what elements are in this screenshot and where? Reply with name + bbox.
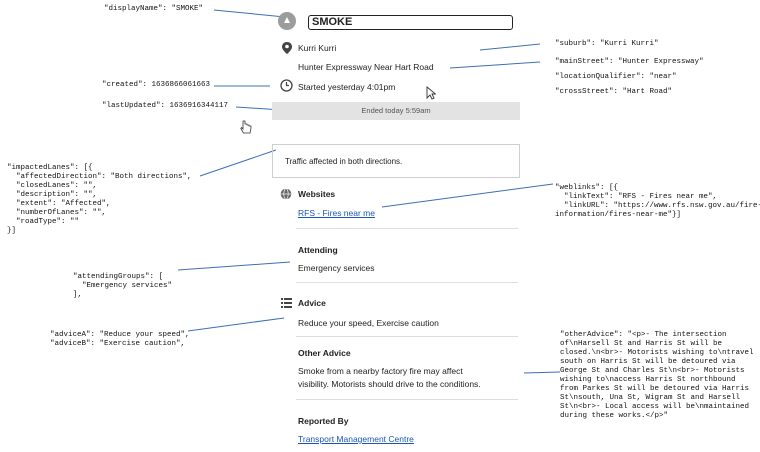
separator — [296, 399, 518, 400]
hand-pointer-icon — [240, 120, 252, 134]
list-icon — [281, 298, 292, 308]
annotation-mainstreet: "mainStreet": "Hunter Expressway" — [555, 58, 704, 66]
annotation-displayname: "displayName": "SMOKE" — [104, 5, 204, 13]
annotation-impactedlanes: "impactedLanes": [{ "affectedDirection":… — [7, 164, 192, 235]
separator — [296, 282, 518, 283]
annotation-lastupdated: "lastUpdated": 1636916344117 — [102, 102, 229, 110]
websites-header: Websites — [298, 189, 336, 199]
separator — [296, 336, 518, 337]
annotation-attendinggroups: "attendingGroups": [ "Emergency services… — [73, 273, 173, 299]
annotation-weblinks: "weblinks": [{ "linkText": "RFS - Fires … — [555, 184, 760, 219]
other-advice-header: Other Advice — [298, 348, 351, 358]
reported-by-header: Reported By — [298, 416, 349, 426]
incident-panel: SMOKE Kurri Kurri Hunter Expressway Near… — [268, 0, 524, 452]
location-pin-icon — [282, 42, 292, 54]
annotation-suburb: "suburb": "Kurri Kurri" — [555, 40, 659, 48]
street-text: Hunter Expressway Near Hart Road — [298, 62, 434, 72]
annotation-crossstreet: "crossStreet": "Hart Road" — [555, 88, 673, 96]
other-advice-line2: visibility. Motorists should drive to th… — [298, 379, 481, 389]
suburb-text: Kurri Kurri — [298, 43, 337, 53]
advice-value: Reduce your speed, Exercise caution — [298, 318, 439, 328]
advice-header: Advice — [298, 298, 326, 308]
connector-impactedlanes — [199, 149, 277, 177]
traffic-text: Traffic affected in both directions. — [285, 157, 403, 166]
incident-title: SMOKE — [308, 15, 513, 30]
traffic-box: Traffic affected in both directions. — [272, 144, 520, 178]
ended-bar: Ended today 5:59am — [272, 102, 520, 120]
attending-header: Attending — [298, 245, 338, 255]
annotation-locationqualifier: "locationQualifier": "near" — [555, 73, 677, 81]
started-text: Started yesterday 4:01pm — [298, 82, 396, 92]
reported-by-link[interactable]: Transport Management Centre — [298, 434, 414, 444]
warning-icon — [278, 12, 296, 30]
attending-value: Emergency services — [298, 263, 375, 273]
connector-otheradvice — [523, 371, 561, 374]
clock-icon — [280, 79, 293, 92]
annotation-advice: "adviceA": "Reduce your speed", "adviceB"… — [50, 331, 190, 348]
other-advice-line1: Smoke from a nearby factory fire may aff… — [298, 366, 463, 376]
annotation-otheradvice: "otherAdvice": "<p>- The intersection of\… — [560, 331, 754, 420]
globe-icon — [280, 188, 292, 200]
websites-link[interactable]: RFS - Fires near me — [298, 208, 375, 218]
separator — [296, 228, 518, 229]
annotation-created: "created": 1636866061663 — [102, 81, 211, 89]
cursor-icon — [426, 86, 436, 100]
